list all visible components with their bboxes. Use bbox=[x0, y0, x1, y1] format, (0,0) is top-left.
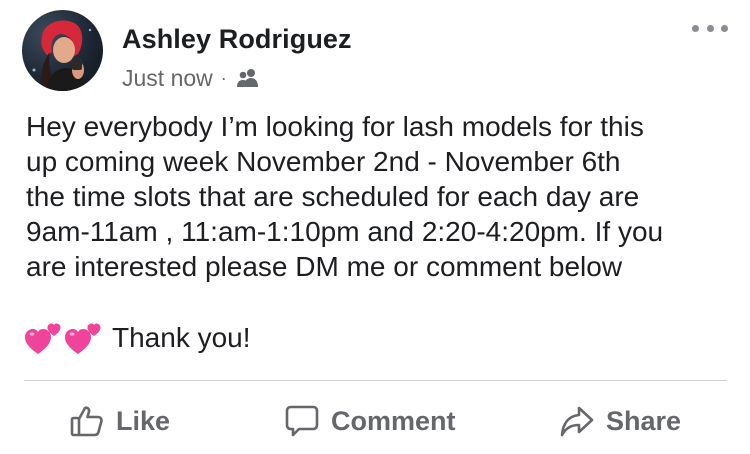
more-dot bbox=[721, 24, 728, 32]
share-label: Share bbox=[606, 405, 682, 436]
comment-button[interactable]: Comment bbox=[285, 396, 456, 446]
friends-icon[interactable] bbox=[236, 68, 260, 88]
share-arrow-icon bbox=[560, 404, 594, 438]
actions-divider bbox=[24, 380, 727, 381]
more-options-button[interactable] bbox=[692, 18, 728, 38]
action-bar: Like Comment Share bbox=[0, 396, 750, 446]
post-timestamp[interactable]: Just now bbox=[122, 65, 213, 92]
thumbs-up-icon bbox=[70, 404, 104, 438]
avatar[interactable] bbox=[22, 10, 103, 91]
two-hearts-icon bbox=[24, 320, 102, 356]
share-button[interactable]: Share bbox=[560, 396, 681, 446]
more-dot bbox=[692, 24, 699, 32]
post-text: Hey everybody I’m looking for lash model… bbox=[26, 111, 664, 282]
author-name[interactable]: Ashley Rodriguez bbox=[122, 24, 352, 55]
post-meta: Just now · bbox=[122, 63, 260, 93]
like-button[interactable]: Like bbox=[70, 396, 170, 446]
post-closing-line: Thank you! bbox=[24, 318, 251, 358]
comment-label: Comment bbox=[331, 405, 456, 436]
more-dot bbox=[706, 24, 714, 32]
meta-separator: · bbox=[220, 67, 227, 88]
comment-bubble-icon bbox=[285, 404, 319, 438]
like-label: Like bbox=[116, 405, 171, 436]
closing-text: Thank you! bbox=[112, 322, 251, 353]
post-header: Ashley Rodriguez Just now · bbox=[22, 10, 728, 94]
